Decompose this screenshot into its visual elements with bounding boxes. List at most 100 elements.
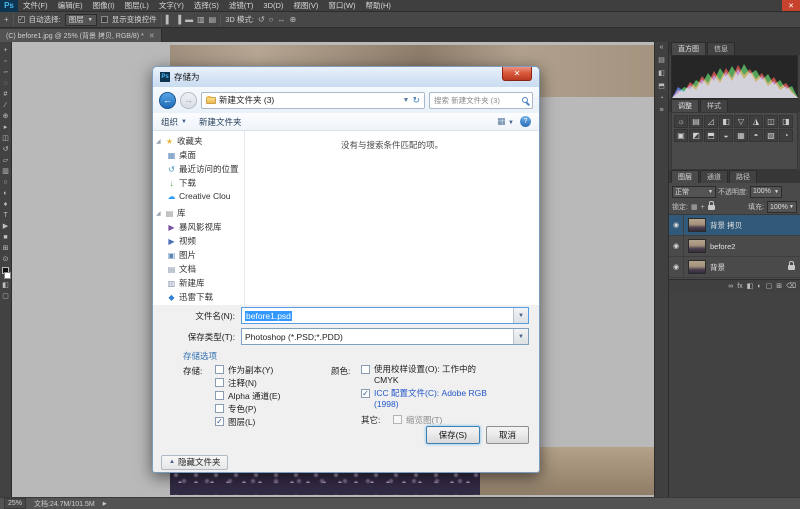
sidebar-item-xunlei[interactable]: ◆迅雷下载	[153, 290, 244, 304]
eraser-tool[interactable]: ▱	[1, 155, 11, 165]
checkbox[interactable]	[361, 389, 370, 398]
visibility-eye-icon[interactable]: ◉	[669, 257, 684, 277]
add-mask-icon[interactable]: ◧	[747, 282, 754, 290]
visibility-eye-icon[interactable]: ◉	[669, 236, 684, 256]
selective-color-icon[interactable]: ◔	[779, 129, 793, 142]
filetype-select[interactable]: Photoshop (*.PSD;*.PDD) ▼	[241, 328, 529, 345]
visibility-eye-icon[interactable]: ◉	[669, 215, 684, 235]
sidebar-item-downloads[interactable]: ↓下载	[153, 176, 244, 190]
sidebar-item-storm-library[interactable]: ▶暴风影视库	[153, 220, 244, 234]
sidebar-item-recent[interactable]: ↺最近访问的位置	[153, 162, 244, 176]
brightness-contrast-icon[interactable]: ☼	[674, 115, 688, 128]
layer-name[interactable]: 背景 拷贝	[710, 220, 742, 231]
history-panel-icon[interactable]: ▤	[658, 56, 665, 64]
auto-select-checkbox[interactable]: ✓	[18, 16, 25, 23]
option-layers[interactable]: 图层(L)	[215, 416, 331, 429]
adjustment-layer-icon[interactable]: ◐	[757, 283, 761, 290]
sidebar-item-pictures[interactable]: ▣图片	[153, 248, 244, 262]
align-left-icon[interactable]: ▌	[166, 14, 172, 26]
blur-tool[interactable]: ○	[1, 177, 11, 187]
3d-roll-icon[interactable]: ○	[269, 14, 274, 26]
zoom-tool[interactable]: ⊙	[1, 254, 11, 264]
path-select-tool[interactable]: ▶	[1, 221, 11, 231]
checkbox[interactable]	[215, 391, 224, 400]
layer-thumbnail[interactable]	[688, 218, 706, 232]
back-button[interactable]: ←	[159, 92, 176, 109]
favorites-group[interactable]: ◢ ★ 收藏夹	[153, 134, 244, 148]
cancel-button[interactable]: 取消	[486, 426, 529, 444]
layer-thumbnail[interactable]	[688, 239, 706, 253]
refresh-icon[interactable]: ↻	[412, 95, 420, 106]
tab-adjustments[interactable]: 调整	[671, 99, 699, 112]
posterize-icon[interactable]: ▦	[734, 129, 748, 142]
align-center-icon[interactable]: ▐	[175, 14, 181, 26]
menu-image[interactable]: 图像(I)	[88, 0, 120, 12]
layer-name[interactable]: 背景	[710, 262, 725, 273]
sidebar-item-creative-cloud[interactable]: ☁Creative Clou	[153, 190, 244, 202]
levels-icon[interactable]: ▤	[689, 115, 703, 128]
menu-help[interactable]: 帮助(H)	[361, 0, 396, 12]
expand-icon[interactable]: ◢	[156, 138, 162, 145]
invert-icon[interactable]: ◒	[719, 129, 733, 142]
color-lookup-icon[interactable]: ⬒	[704, 129, 718, 142]
menu-window[interactable]: 窗口(W)	[323, 0, 360, 12]
quick-select-tool[interactable]: ◌	[1, 78, 11, 88]
align-top-icon[interactable]: ▬	[185, 14, 193, 26]
color-balance-icon[interactable]: ◫	[764, 115, 778, 128]
libraries-group[interactable]: ◢ ▤ 库	[153, 206, 244, 220]
layer-row-bg-copy[interactable]: ◉ 背景 拷贝	[669, 215, 800, 236]
menu-type[interactable]: 文字(Y)	[154, 0, 189, 12]
marquee-tool[interactable]: ▫	[1, 56, 11, 66]
character-panel-icon[interactable]: ⬒	[658, 82, 665, 90]
sidebar-item-videos[interactable]: ▶视频	[153, 234, 244, 248]
auto-select-dropdown[interactable]: 图层▼	[65, 14, 97, 26]
delete-layer-icon[interactable]: ⌫	[786, 282, 796, 290]
layer-name[interactable]: before2	[710, 242, 735, 251]
channel-mixer-icon[interactable]: ◩	[689, 129, 703, 142]
option-as-copy[interactable]: 作为副本(Y)	[215, 364, 331, 377]
option-annotations[interactable]: 注释(N)	[215, 377, 331, 390]
distribute-icon[interactable]: ▥	[197, 14, 205, 26]
menu-3d[interactable]: 3D(D)	[258, 0, 288, 12]
layer-style-icon[interactable]: fx	[737, 283, 742, 290]
hue-saturation-icon[interactable]: ◮	[749, 115, 763, 128]
tab-histogram[interactable]: 直方图	[671, 42, 706, 55]
checkbox[interactable]	[215, 417, 224, 426]
crop-tool[interactable]: #	[1, 89, 11, 99]
menu-file[interactable]: 文件(F)	[18, 0, 53, 12]
distribute-v-icon[interactable]: ▤	[209, 14, 217, 26]
document-tab[interactable]: (C) before1.jpg @ 25% (背景 拷贝, RGB/8) * ✕	[0, 29, 162, 42]
organize-button[interactable]: 组织▼	[161, 116, 187, 128]
dialog-close-button[interactable]: ✕	[502, 67, 532, 81]
curves-icon[interactable]: ◿	[704, 115, 718, 128]
sidebar-item-new-library[interactable]: ▥新建库	[153, 276, 244, 290]
exposure-icon[interactable]: ◧	[719, 115, 733, 128]
3d-pan-icon[interactable]: ↔	[278, 14, 286, 26]
gradient-tool[interactable]: ▥	[1, 166, 11, 176]
checkbox[interactable]	[361, 365, 370, 374]
file-list-area[interactable]: 没有与搜索条件匹配的项。	[245, 131, 539, 305]
eyedropper-tool[interactable]: ⁄	[1, 100, 11, 110]
breadcrumb-dropdown-icon[interactable]: ▼	[403, 97, 410, 104]
option-icc-profile[interactable]: ICC 配置文件(C): Adobe RGB (1998)	[361, 388, 529, 410]
search-box[interactable]: 搜索 新建文件夹 (3)	[429, 92, 533, 109]
fill-dropdown[interactable]: 100%▼	[767, 201, 797, 213]
tab-styles[interactable]: 样式	[700, 99, 728, 112]
3d-slide-icon[interactable]: ⊕	[290, 14, 297, 26]
threshold-icon[interactable]: ◓	[749, 129, 763, 142]
tab-layers[interactable]: 图层	[671, 170, 699, 183]
photo-filter-icon[interactable]: ▣	[674, 129, 688, 142]
option-spot-colors[interactable]: 专色(P)	[215, 403, 331, 416]
status-flyout-icon[interactable]: ▶	[103, 501, 107, 507]
change-view-icon[interactable]: ▦ ▼	[497, 116, 514, 127]
list-panel-icon[interactable]: ≡	[659, 107, 663, 114]
dialog-title-bar[interactable]: Ps 存储为 ✕	[153, 67, 539, 87]
screen-mode-icon[interactable]: ▢	[1, 291, 11, 301]
brush-tool[interactable]: ▸	[1, 122, 11, 132]
new-group-icon[interactable]: ▢	[766, 282, 773, 290]
new-layer-icon[interactable]: ⊞	[776, 282, 782, 290]
checkbox[interactable]	[393, 415, 402, 424]
expand-icon[interactable]: ◢	[156, 210, 162, 217]
checkbox[interactable]	[215, 365, 224, 374]
option-alpha-channels[interactable]: Alpha 通道(E)	[215, 390, 331, 403]
